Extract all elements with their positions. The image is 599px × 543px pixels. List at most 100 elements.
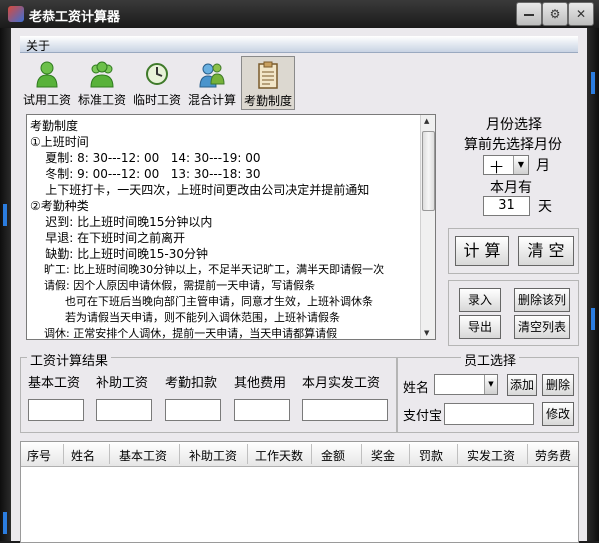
- table-header-cell[interactable]: 劳务费: [535, 447, 571, 464]
- table-header: 序号 姓名 基本工资 补助工资 工作天数 金额 奖金 罚款 实发工资 劳务费: [21, 442, 578, 467]
- group-people-icon: [90, 61, 114, 88]
- days-input[interactable]: 31: [483, 196, 530, 216]
- month-select-title: 月份选择: [486, 117, 542, 133]
- export-button[interactable]: 导出: [459, 315, 501, 339]
- close-icon: ✕: [575, 7, 587, 21]
- column-divider[interactable]: [527, 444, 528, 464]
- allowance-label: 补助工资: [96, 376, 149, 391]
- minimize-icon: [524, 13, 534, 16]
- tool-trial-wage[interactable]: 试用工资: [22, 56, 72, 108]
- wage-table[interactable]: 序号 姓名 基本工资 补助工资 工作天数 金额 奖金 罚款 实发工资 劳务费: [20, 441, 579, 543]
- alipay-input[interactable]: [444, 403, 534, 425]
- column-divider[interactable]: [247, 444, 248, 464]
- employee-title: 员工选择: [461, 350, 520, 369]
- tool-attendance[interactable]: 考勤制度: [241, 56, 295, 110]
- text-line: 调休: 正常安排个人调休，提前一天申请，当天申请都算请假: [30, 327, 338, 340]
- text-line: 请假: 因个人原因申请休假，需提前一天申请，写请假条: [30, 279, 316, 292]
- column-divider[interactable]: [311, 444, 312, 464]
- text-line: 缺勤: 比上班时间晚15-30分钟: [30, 247, 208, 261]
- text-line: 考勤制度: [30, 119, 79, 133]
- chevron-down-icon[interactable]: ▼: [484, 375, 497, 394]
- calculate-button[interactable]: 计 算: [455, 236, 509, 266]
- column-divider[interactable]: [457, 444, 458, 464]
- column-divider[interactable]: [361, 444, 362, 464]
- table-header-cell[interactable]: 姓名: [71, 447, 95, 464]
- add-employee-button[interactable]: 添加: [507, 374, 537, 396]
- title-bar: 老恭工资计算器 ⚙ ✕: [0, 0, 599, 28]
- text-line: 上下班打卡，一天四次，上班时间更改由公司决定并提前通知: [30, 183, 370, 197]
- table-header-cell[interactable]: 序号: [27, 447, 51, 464]
- scroll-down-icon[interactable]: ▼: [424, 329, 429, 337]
- text-line: 夏制: 8: 30---12: 00 14: 30---19: 00: [30, 151, 261, 165]
- month-dropdown[interactable]: 十 ▼: [483, 155, 529, 176]
- other-fees-label: 其他费用: [234, 376, 287, 391]
- tool-temp-wage[interactable]: 临时工资: [131, 56, 183, 108]
- month-select-panel: 月份选择 算前先选择月份 十 ▼ 月 本月有 31 天: [448, 114, 576, 222]
- menu-about[interactable]: 关于: [26, 37, 50, 54]
- text-line: 早退: 在下班时间之前离开: [30, 231, 186, 245]
- clear-list-button[interactable]: 清空列表: [514, 315, 570, 339]
- gear-icon: ⚙: [549, 7, 561, 21]
- net-pay-field[interactable]: [302, 399, 388, 421]
- minimize-button[interactable]: [516, 2, 542, 26]
- close-button[interactable]: ✕: [568, 2, 594, 26]
- app-icon: [8, 6, 24, 22]
- table-header-cell[interactable]: 奖金: [371, 447, 395, 464]
- table-header-cell[interactable]: 补助工资: [189, 447, 237, 464]
- month-value: 十: [490, 161, 504, 176]
- table-header-cell[interactable]: 基本工资: [119, 447, 167, 464]
- window-right-edge: [587, 28, 599, 541]
- column-divider[interactable]: [63, 444, 64, 464]
- text-line: ②考勤种类: [30, 199, 89, 213]
- tool-label: 考勤制度: [243, 94, 292, 108]
- column-divider[interactable]: [409, 444, 410, 464]
- employee-name-dropdown[interactable]: ▼: [434, 374, 498, 395]
- record-button[interactable]: 录入: [459, 288, 501, 312]
- edge-accent: [591, 72, 595, 94]
- settings-button[interactable]: ⚙: [542, 2, 568, 26]
- tool-label: 试用工资: [22, 93, 71, 107]
- basic-wage-field[interactable]: [28, 399, 84, 421]
- allowance-field[interactable]: [96, 399, 152, 421]
- window-left-edge: [0, 28, 11, 541]
- column-divider[interactable]: [109, 444, 110, 464]
- table-header-cell[interactable]: 实发工资: [467, 447, 515, 464]
- table-header-cell[interactable]: 工作天数: [255, 447, 303, 464]
- tool-mixed-calc[interactable]: 混合计算: [186, 56, 238, 108]
- two-people-icon: [199, 63, 225, 88]
- text-line: 若为请假当天申请，则不能列入调休范围，上班补请假条: [30, 311, 340, 324]
- delete-employee-button[interactable]: 删除: [542, 374, 574, 396]
- text-line: 冬制: 9: 00---12: 00 13: 30---18: 30: [30, 167, 261, 181]
- days-label: 本月有: [490, 180, 532, 196]
- clipboard-icon: [258, 61, 278, 89]
- text-line: 也可在下班后当晚向部门主管申请，同意才生效，上班补调休条: [30, 295, 373, 308]
- basic-wage-label: 基本工资: [28, 376, 81, 391]
- table-header-cell[interactable]: 金额: [321, 447, 345, 464]
- results-title: 工资计算结果: [27, 350, 112, 369]
- text-line: 迟到: 比上班时间晚15分钟以内: [30, 215, 213, 229]
- tool-standard-wage[interactable]: 标准工资: [76, 56, 128, 108]
- delete-row-button[interactable]: 删除该列: [514, 288, 570, 312]
- other-fees-field[interactable]: [234, 399, 290, 421]
- attendance-rules-textbox[interactable]: 考勤制度 ①上班时间 夏制: 8: 30---12: 00 14: 30---1…: [26, 114, 436, 340]
- alipay-label: 支付宝: [403, 409, 443, 424]
- edge-accent: [3, 512, 7, 534]
- vertical-scrollbar[interactable]: ▲ ▼: [420, 115, 435, 339]
- month-select-hint: 算前先选择月份: [464, 137, 562, 153]
- text-line: 旷工: 比上班时间晚30分钟以上，不足半天记旷工，满半天即请假一次: [30, 263, 385, 276]
- attendance-deduction-label: 考勤扣款: [165, 376, 218, 391]
- month-unit: 月: [536, 158, 550, 174]
- net-pay-label: 本月实发工资: [302, 376, 381, 391]
- tool-label: 混合计算: [187, 93, 236, 107]
- name-label: 姓名: [403, 381, 430, 396]
- clear-button[interactable]: 清 空: [518, 236, 574, 266]
- column-divider[interactable]: [179, 444, 180, 464]
- attendance-deduction-field[interactable]: [165, 399, 221, 421]
- scrollbar-thumb[interactable]: [422, 131, 435, 211]
- chevron-down-icon[interactable]: ▼: [513, 156, 528, 174]
- single-person-icon: [36, 61, 58, 88]
- table-header-cell[interactable]: 罚款: [419, 447, 443, 464]
- modify-button[interactable]: 修改: [542, 402, 574, 426]
- scroll-up-icon[interactable]: ▲: [424, 117, 429, 125]
- days-unit: 天: [538, 199, 552, 215]
